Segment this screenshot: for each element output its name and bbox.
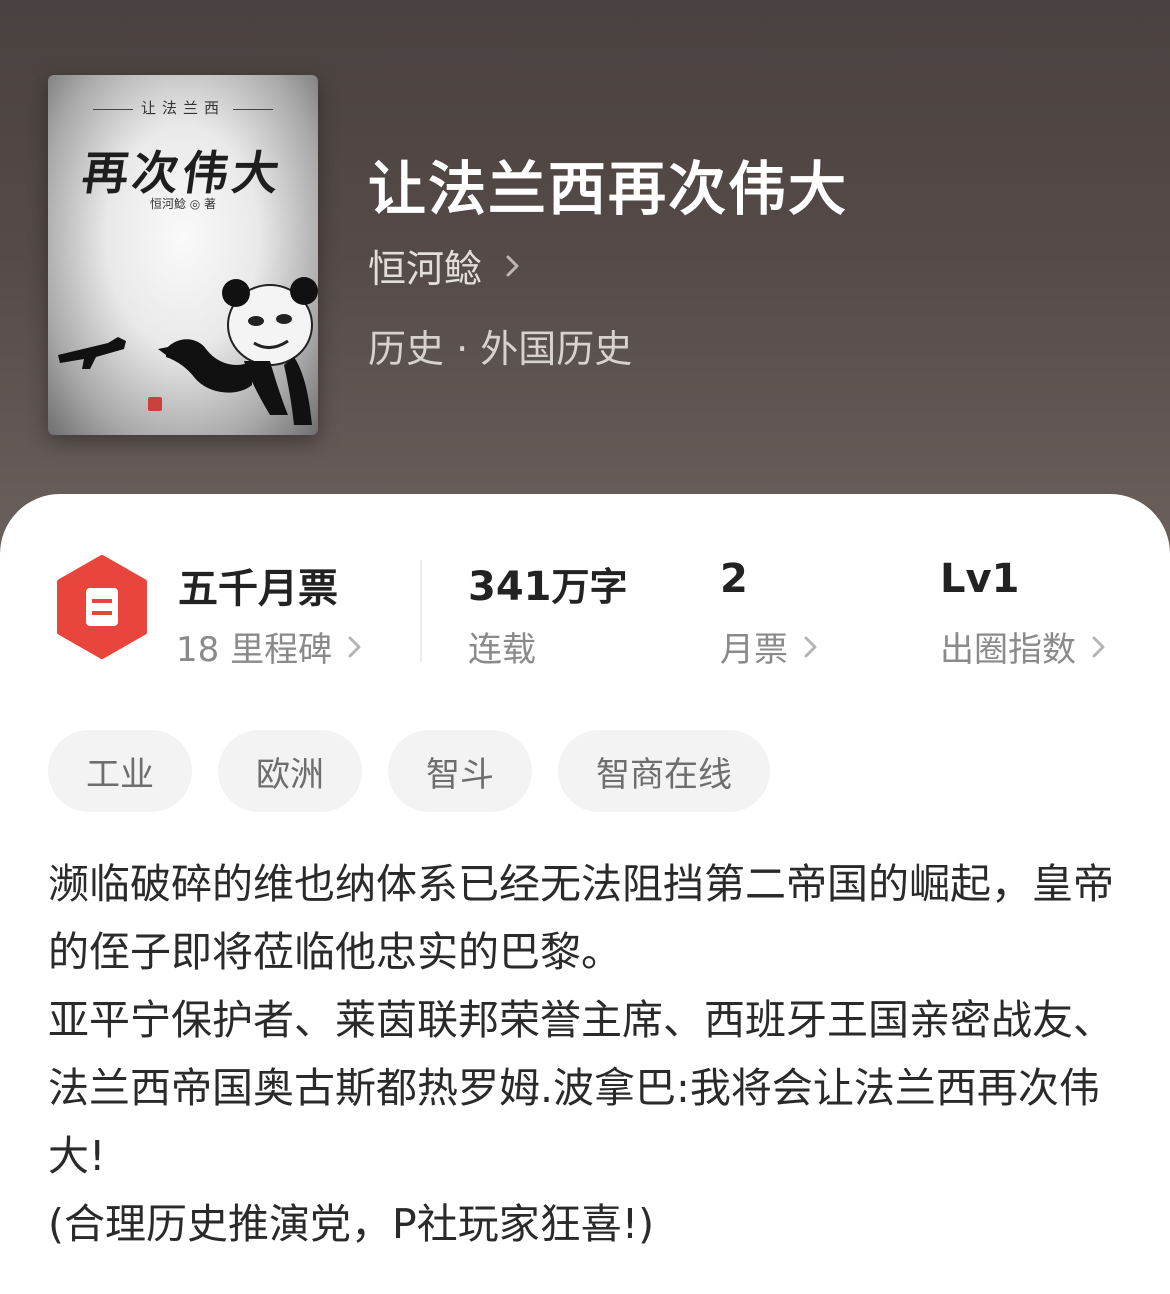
milestone-link[interactable]: 18 里程碑 (176, 622, 368, 671)
cover-title: 再次伟大 (78, 146, 287, 200)
influence-level: Lv1 (940, 556, 1020, 602)
tag-list: 工业 欧洲 智斗 智商在线 (48, 730, 770, 812)
word-count: 341万字 (468, 556, 628, 611)
author-name: 恒河鲶 (368, 247, 483, 291)
word-count-value: 341 (468, 564, 552, 610)
description-paragraph: 亚平宁保护者、莱茵联邦荣誉主席、西班牙王国亲密战友、法兰西帝国奥古斯都热罗姆.波… (48, 996, 1114, 1180)
description-paragraph: (合理历史推演党，P社玩家狂喜!) (48, 1200, 655, 1248)
description-paragraph: 濒临破碎的维也纳体系已经无法阻挡第二帝国的崛起，皇帝的侄子即将莅临他忠实的巴黎。 (48, 860, 1114, 976)
publisher-logo (148, 397, 162, 411)
book-info-card: 五千月票 18 里程碑 341万字 连载 2 月票 Lv1 出圈指数 工业 欧洲… (0, 494, 1170, 1294)
genre-label[interactable]: 历史 · 外国历史 (368, 318, 632, 373)
chevron-right-icon (1092, 636, 1105, 657)
ticket-icon[interactable] (52, 554, 152, 660)
book-header: 让法兰西 再次伟大 恒河鲶 ◎ 著 让法兰西再次伟大 恒河鲶 历史 · 外国历史 (0, 0, 1170, 560)
author-link[interactable]: 恒河鲶 (368, 238, 530, 293)
cover-series: 让法兰西 (48, 97, 318, 118)
influence-link[interactable]: 出圈指数 (940, 622, 1112, 671)
book-cover[interactable]: 让法兰西 再次伟大 恒河鲶 ◎ 著 (48, 75, 318, 435)
cover-illustration (58, 277, 318, 425)
tag-chip[interactable]: 工业 (48, 730, 192, 812)
chevron-right-icon (804, 636, 817, 657)
word-count-unit: 万字 (551, 565, 628, 609)
influence-label: 出圈指数 (940, 630, 1076, 670)
tag-chip[interactable]: 智斗 (388, 730, 532, 812)
monthly-ticket-count: 2 (720, 556, 748, 602)
milestone-title: 五千月票 (178, 566, 338, 612)
chevron-right-icon (348, 636, 361, 657)
stats-divider (420, 560, 422, 662)
tag-chip[interactable]: 智商在线 (558, 730, 770, 812)
tag-chip[interactable]: 欧洲 (218, 730, 362, 812)
serial-status: 连载 (468, 630, 536, 670)
stats-row: 五千月票 18 里程碑 341万字 连载 2 月票 Lv1 出圈指数 (0, 494, 1170, 694)
monthly-ticket-link[interactable]: 月票 (720, 622, 824, 671)
cover-author: 恒河鲶 ◎ 著 (149, 197, 217, 211)
book-title: 让法兰西再次伟大 (368, 155, 849, 223)
monthly-ticket-label: 月票 (720, 630, 788, 670)
book-description: 濒临破碎的维也纳体系已经无法阻挡第二帝国的崛起，皇帝的侄子即将莅临他忠实的巴黎。… (48, 850, 1128, 1258)
milestone-count: 18 里程碑 (176, 630, 333, 670)
chevron-right-icon (506, 255, 519, 276)
